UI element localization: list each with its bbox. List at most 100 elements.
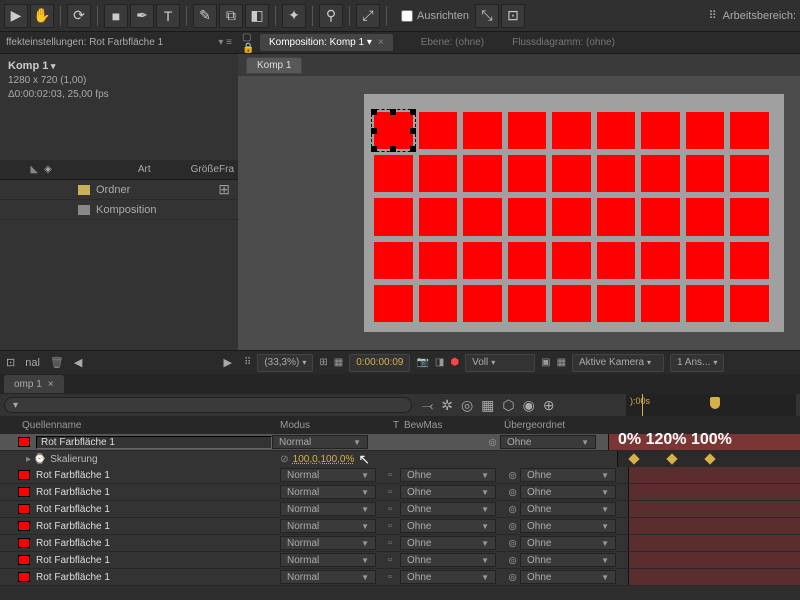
local-axis-icon[interactable]: ⤢ <box>356 4 380 28</box>
layer-track[interactable] <box>628 535 800 551</box>
shape-tool-icon[interactable]: ■ <box>104 4 128 28</box>
breadcrumb-item[interactable]: Komp 1 <box>246 57 302 74</box>
shape[interactable] <box>552 198 591 235</box>
viewport[interactable] <box>238 76 800 350</box>
layer-name[interactable]: Rot Farbfläche 1 <box>36 538 280 549</box>
shy-icon[interactable]: ⤙ <box>422 397 433 414</box>
shape[interactable] <box>508 155 547 192</box>
color-chip[interactable] <box>18 521 30 531</box>
shape[interactable] <box>730 285 769 322</box>
col-size[interactable]: Größe <box>191 164 219 175</box>
trackmatte-toggle[interactable]: ▫ <box>388 503 400 515</box>
dropdown[interactable]: Ohne▼ <box>400 468 496 482</box>
canvas[interactable] <box>364 94 784 332</box>
dropdown[interactable]: Ohne▼ <box>520 502 616 516</box>
shape[interactable] <box>552 242 591 279</box>
shape[interactable] <box>419 155 458 192</box>
shape[interactable] <box>374 285 413 322</box>
dropdown[interactable]: Ohne▼ <box>520 468 616 482</box>
shape[interactable] <box>686 112 725 149</box>
twirl-icon[interactable]: ▸ ⌚ <box>26 454 46 465</box>
trackmatte-toggle[interactable]: ▫ <box>388 554 400 566</box>
dropdown[interactable]: Ohne▼ <box>500 435 596 449</box>
layer-row[interactable]: Rot Farbfläche 1 Normal▼ ▫Ohne▼ ⊚ Ohne▼ <box>0 467 800 484</box>
frame-blend-icon[interactable]: ✲ <box>441 397 453 414</box>
zoom-dropdown[interactable]: (33,3%) <box>257 354 313 372</box>
draft3d-icon[interactable]: ⬡ <box>502 397 514 414</box>
scroll-left-icon[interactable]: ◀ <box>74 356 82 369</box>
color-chip[interactable] <box>18 504 30 514</box>
selected-shape[interactable] <box>374 112 413 149</box>
project-item-folder[interactable]: Ordner ⊞ <box>0 180 238 200</box>
current-time-indicator[interactable] <box>642 394 643 416</box>
pickwhip-icon[interactable]: ⊚ <box>488 436 500 449</box>
pen-tool-icon[interactable]: ✒ <box>130 4 154 28</box>
shape[interactable] <box>374 242 413 279</box>
layer-name[interactable]: Rot Farbfläche 1 <box>36 470 280 481</box>
snap-edge-icon[interactable]: ⊡ <box>501 4 525 28</box>
trackmatte-toggle[interactable]: ▫ <box>388 537 400 549</box>
shape[interactable] <box>374 198 413 235</box>
shape[interactable] <box>686 155 725 192</box>
trackmatte-toggle[interactable]: ▫ <box>388 571 400 583</box>
shape[interactable] <box>508 112 547 149</box>
layer-name[interactable]: Rot Farbfläche 1 <box>36 572 280 583</box>
dropdown[interactable]: Ohne▼ <box>400 553 496 567</box>
shape[interactable] <box>641 285 680 322</box>
col-parent[interactable]: Übergeordnet <box>504 420 617 431</box>
brush-tool-icon[interactable]: ✎ <box>193 4 217 28</box>
layer-name[interactable]: Rot Farbfläche 1 <box>36 504 280 515</box>
shape[interactable] <box>686 198 725 235</box>
transparency-icon[interactable]: ▦ <box>557 357 566 368</box>
scroll-right-icon[interactable]: ▶ <box>224 356 232 369</box>
property-track[interactable]: 0% 120% 100% <box>617 451 800 467</box>
shape[interactable] <box>686 242 725 279</box>
bpc-button[interactable]: nal <box>25 357 40 369</box>
layer-name[interactable]: Rot Farbfläche 1 <box>36 436 272 449</box>
layer-row[interactable]: Rot Farbfläche 1 Normal▼ ▫Ohne▼ ⊚ Ohne▼ <box>0 501 800 518</box>
col-sourcename[interactable]: Quellenname <box>0 420 280 431</box>
dropdown[interactable]: Normal▼ <box>280 468 376 482</box>
shape[interactable] <box>508 198 547 235</box>
shape[interactable] <box>641 198 680 235</box>
keyframe[interactable] <box>666 453 677 464</box>
layer-name[interactable]: Rot Farbfläche 1 <box>36 555 280 566</box>
keyframe[interactable] <box>628 453 639 464</box>
color-chip[interactable] <box>18 470 30 480</box>
dropdown[interactable]: Normal▼ <box>280 485 376 499</box>
pickwhip-icon[interactable]: ⊚ <box>508 537 520 550</box>
shape[interactable] <box>463 112 502 149</box>
layer-track[interactable] <box>628 518 800 534</box>
property-row[interactable]: ▸ ⌚ Skalierung ⊘ 100,0,100,0% ↖ 0% 120% … <box>0 451 800 467</box>
dropdown[interactable]: Ohne▼ <box>520 570 616 584</box>
layer-row[interactable]: Rot Farbfläche 1 Normal▼ ▫Ohne▼ ⊚ Ohne▼ <box>0 552 800 569</box>
timeline-tab[interactable]: omp 1× <box>4 375 64 393</box>
layer-name[interactable]: Rot Farbfläche 1 <box>36 487 280 498</box>
link-icon[interactable]: ⊘ <box>280 454 288 465</box>
shape[interactable] <box>463 242 502 279</box>
tag-icon[interactable]: ◈ <box>44 164 52 175</box>
shape[interactable] <box>597 155 636 192</box>
dropdown[interactable]: Ohne▼ <box>520 536 616 550</box>
layer-row[interactable]: Rot Farbfläche 1 Normal▼ ▫Ohne▼ ⊚ Ohne▼ <box>0 535 800 552</box>
col-type[interactable]: Art <box>138 164 191 175</box>
close-icon[interactable]: × <box>48 379 54 390</box>
keyframe[interactable] <box>704 453 715 464</box>
3d-icon[interactable]: ◉ <box>523 397 535 414</box>
hand-tool-icon[interactable]: ✋ <box>30 4 54 28</box>
shape[interactable] <box>374 155 413 192</box>
motion-blur-icon[interactable]: ◎ <box>461 397 473 414</box>
dropdown[interactable]: Normal▼ <box>280 570 376 584</box>
tab-layer[interactable]: Ebene: (ohne) <box>421 37 484 48</box>
time-ruler[interactable]: ):00s <box>626 394 796 416</box>
dropdown[interactable]: Ohne▼ <box>400 570 496 584</box>
eraser-tool-icon[interactable]: ◧ <box>245 4 269 28</box>
shape[interactable] <box>641 112 680 149</box>
layer-track[interactable] <box>628 467 800 483</box>
shape[interactable] <box>597 242 636 279</box>
panel-menu-icon[interactable]: ▾ ≡ <box>218 37 232 48</box>
col-trackmatte-t[interactable]: T <box>388 420 404 431</box>
layer-track[interactable] <box>628 501 800 517</box>
effects-panel-tab[interactable]: ffekteinstellungen: Rot Farbfläche 1 ▾ ≡ <box>0 32 238 54</box>
timecode[interactable]: 0:00:00:09 <box>349 354 410 372</box>
